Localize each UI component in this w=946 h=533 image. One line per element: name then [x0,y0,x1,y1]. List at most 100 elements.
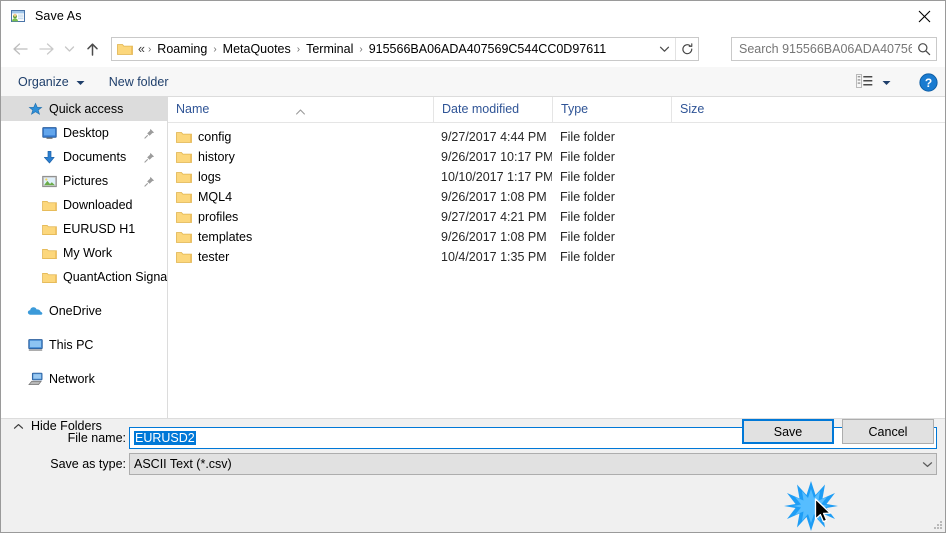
folder-icon [176,150,192,164]
svg-text:?: ? [924,76,931,90]
column-header-name[interactable]: Name [168,97,433,122]
chevron-down-icon [76,75,85,89]
view-layout-button[interactable] [852,70,895,94]
file-name-cell: history [168,150,433,164]
toolbar: Organize New folder ? [1,67,945,97]
sidebar-item-downloaded[interactable]: Downloaded [1,193,167,217]
folder-icon [176,190,192,204]
sidebar-group-divider [1,357,167,367]
sidebar-item-network[interactable]: Network [1,367,167,391]
title-bar: Save As [1,1,945,31]
up-button[interactable] [79,36,105,62]
file-name-label: File name: [67,431,126,445]
file-name-cell: profiles [168,210,433,224]
file-name: templates [198,230,253,244]
close-button[interactable] [901,1,945,31]
folder-icon [41,269,57,285]
breadcrumb-item-current-folder[interactable]: 915566BA06ADA407569C544CC0D97611 [365,40,610,58]
folder-icon [41,245,57,261]
breadcrumb-overflow[interactable]: « [136,40,146,58]
sidebar-item-documents[interactable]: Documents [1,145,167,169]
sidebar-item-quick-access[interactable]: Quick access [1,97,167,121]
sidebar-item-label: Pictures [63,174,109,188]
file-type: File folder [560,150,615,164]
file-date: 10/4/2017 1:35 PM [441,250,547,264]
table-row[interactable]: history 9/26/2017 10:17 PM File folder [168,147,945,167]
file-type: File folder [560,170,615,184]
column-header-label: Name [176,102,210,116]
folder-icon [41,221,57,237]
file-name-cell: templates [168,230,433,244]
sort-ascending-icon [296,99,305,115]
hide-folders-label: Hide Folders [31,419,102,433]
sidebar-item-my-work[interactable]: My Work [1,241,167,265]
chevron-down-icon[interactable] [919,454,936,474]
navigation-pane: Quick access Desktop Documents Pictures … [1,97,168,418]
table-row[interactable]: logs 10/10/2017 1:17 PM File folder [168,167,945,187]
column-header-type[interactable]: Type [552,97,671,122]
column-header-size[interactable]: Size [671,97,751,122]
search-input[interactable]: Search 915566BA06ADA40756... [739,42,912,56]
breadcrumb-item-terminal[interactable]: Terminal [302,40,357,58]
breadcrumb-separator: › [213,43,217,55]
table-row[interactable]: tester 10/4/2017 1:35 PM File folder [168,247,945,267]
back-button[interactable] [7,36,33,62]
recent-locations-button[interactable] [59,36,79,62]
file-name-selected-text: EURUSD2 [134,431,196,445]
file-name: config [198,130,232,144]
pin-icon [143,127,155,139]
table-row[interactable]: config 9/27/2017 4:44 PM File folder [168,127,945,147]
file-rows: config 9/27/2017 4:44 PM File folder his… [168,123,945,267]
sidebar-item-onedrive[interactable]: OneDrive [1,299,167,323]
breadcrumb-separator: › [296,43,301,55]
breadcrumb-item-roaming[interactable]: Roaming [153,40,211,58]
pin-icon [143,151,155,163]
file-name-cell: tester [168,250,433,264]
search-box[interactable]: Search 915566BA06ADA40756... [731,37,937,61]
file-date: 9/27/2017 4:44 PM [441,130,547,144]
sidebar-item-pictures[interactable]: Pictures [1,169,167,193]
file-date: 9/26/2017 10:17 PM [441,150,552,164]
file-date: 9/26/2017 1:08 PM [441,190,547,204]
forward-button[interactable] [33,36,59,62]
desktop-icon [41,125,57,141]
sidebar-item-this-pc[interactable]: This PC [1,333,167,357]
sidebar-item-label: My Work [63,246,113,260]
chevron-down-icon[interactable] [653,38,675,60]
column-header-date-modified[interactable]: Date modified [433,97,552,122]
sidebar-group-divider [1,323,167,333]
address-bar[interactable]: « › Roaming › MetaQuotes › Terminal › 91… [111,37,699,61]
breadcrumb-separator: › [359,43,363,55]
breadcrumb-item-metaquotes[interactable]: MetaQuotes [219,40,295,58]
hide-folders-button[interactable]: Hide Folders [13,419,102,433]
file-name-cell: MQL4 [168,190,433,204]
new-folder-button[interactable]: New folder [102,70,176,94]
sidebar-item-quantaction-signal[interactable]: QuantAction Signal [1,265,167,289]
content-area: Quick access Desktop Documents Pictures … [1,97,945,418]
help-icon[interactable]: ? [917,71,939,93]
save-as-dialog: Save As « › Roaming › MetaQuotes › Termi… [0,0,946,533]
folder-icon [176,130,192,144]
organize-button[interactable]: Organize [11,70,92,94]
table-row[interactable]: MQL4 9/26/2017 1:08 PM File folder [168,187,945,207]
view-layout-icon [856,73,873,91]
save-button[interactable]: Save [742,419,834,444]
sidebar-item-label: Documents [63,150,127,164]
this-pc-icon [27,337,43,353]
folder-icon [176,230,192,244]
folder-icon [176,210,192,224]
sidebar-item-desktop[interactable]: Desktop [1,121,167,145]
sidebar-item-label: QuantAction Signal [63,270,168,284]
file-list: Name Date modified Type Size config 9/27… [168,97,945,418]
table-row[interactable]: templates 9/26/2017 1:08 PM File folder [168,227,945,247]
chevron-down-icon [882,75,891,89]
sidebar-item-eurusd-h1[interactable]: EURUSD H1 [1,217,167,241]
resize-grip-icon[interactable] [932,519,944,531]
sidebar-item-label: Desktop [63,126,109,140]
file-type: File folder [560,190,615,204]
refresh-icon[interactable] [675,38,698,60]
save-as-type-value: ASCII Text (*.csv) [134,457,232,471]
cancel-button[interactable]: Cancel [842,419,934,444]
table-row[interactable]: profiles 9/27/2017 4:21 PM File folder [168,207,945,227]
save-as-type-select[interactable]: ASCII Text (*.csv) [129,453,937,475]
